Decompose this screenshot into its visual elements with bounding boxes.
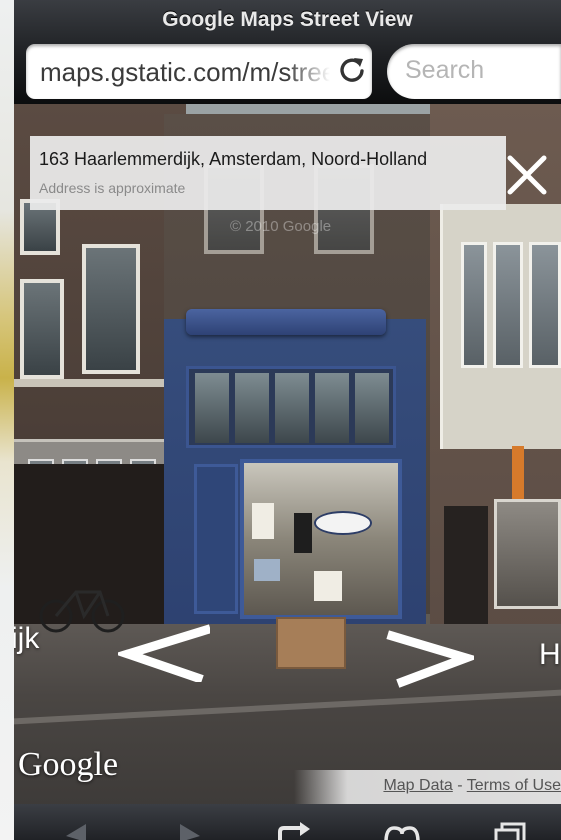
- copyright-watermark: © 2010 Google: [230, 218, 332, 235]
- window-pane: [529, 242, 561, 368]
- shop-awning: [186, 309, 386, 335]
- phone-screen: Google Maps Street View maps.gstatic.com…: [14, 0, 561, 840]
- page-title: Google Maps Street View: [162, 8, 413, 31]
- arrow-left-icon[interactable]: [118, 624, 210, 682]
- map-data-link[interactable]: Map Data: [383, 777, 452, 794]
- url-text[interactable]: maps.gstatic.com/m/streetview: [40, 57, 330, 88]
- window-ledge: [14, 379, 164, 387]
- bookmarks-icon[interactable]: [382, 822, 422, 840]
- browser-top-bar: Google Maps Street View maps.gstatic.com…: [14, 0, 561, 104]
- address-panel: 163 Haarlemmerdijk, Amsterdam, Noord-Hol…: [30, 136, 506, 210]
- shop-upper-windows: [186, 366, 396, 448]
- street-label-left: ijk: [14, 622, 40, 655]
- bicycle: [39, 590, 125, 633]
- browser-bottom-toolbar: [14, 804, 561, 840]
- arrow-right-icon[interactable]: [382, 630, 474, 688]
- address-bar[interactable]: maps.gstatic.com/m/streetview: [26, 44, 372, 99]
- window-pane: [461, 242, 487, 368]
- sidewalk-crate: [276, 617, 346, 669]
- close-icon[interactable]: [504, 152, 550, 198]
- shop-logo-sign: [314, 511, 372, 535]
- forward-icon[interactable]: [172, 822, 202, 840]
- street-label-right: H: [539, 638, 561, 671]
- address-note: Address is approximate: [39, 180, 186, 196]
- street-view-panorama[interactable]: © 2010 Google 163 Haarlemmerdijk, Amster…: [14, 104, 561, 804]
- shop-window: [240, 459, 402, 619]
- shop-sign: [512, 446, 524, 506]
- window-pane: [493, 242, 523, 368]
- window: [82, 244, 140, 374]
- google-logo: Google: [18, 746, 119, 783]
- reload-icon[interactable]: [337, 55, 367, 85]
- back-icon[interactable]: [64, 822, 94, 840]
- legal-links: Map Data - Terms of Use: [383, 777, 561, 795]
- search-field[interactable]: [387, 44, 561, 99]
- legal-separator: -: [452, 777, 467, 794]
- search-input[interactable]: [405, 56, 555, 85]
- terms-of-use-link[interactable]: Terms of Use: [467, 777, 561, 794]
- bay-window: [440, 204, 561, 449]
- background-photo-edge: [0, 0, 14, 840]
- window: [20, 279, 64, 379]
- share-icon[interactable]: [276, 822, 314, 840]
- shop-door: [194, 464, 238, 614]
- building-door: [444, 506, 488, 636]
- legal-bar: Map Data - Terms of Use: [294, 770, 561, 804]
- address-text: 163 Haarlemmerdijk, Amsterdam, Noord-Hol…: [39, 149, 428, 169]
- shop-window-right: [494, 499, 561, 609]
- tabs-icon[interactable]: [494, 822, 530, 840]
